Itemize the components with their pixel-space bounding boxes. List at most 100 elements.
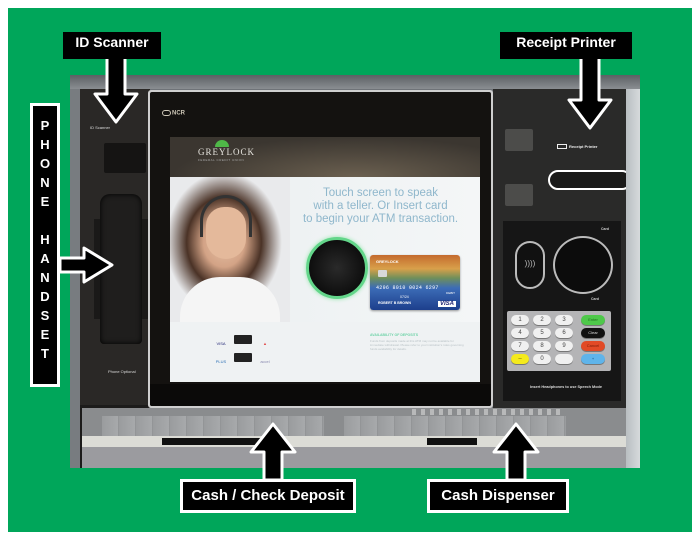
key-1[interactable]: 1 [511, 315, 529, 325]
atm-photo: ID Scanner Phone Optional Coin Dispenser… [70, 75, 640, 468]
pin-pad: 1 2 3 Enter 4 5 6 Clear 7 8 9 Cancel – 0… [507, 311, 611, 371]
receipt-printer-callout: Receipt Printer [500, 32, 632, 59]
card-chip-icon [378, 270, 387, 277]
phone-handset-letter: N [40, 270, 50, 285]
phone-handset-letters: PHONE HANDSET [33, 106, 57, 363]
receipt-icon [557, 144, 567, 150]
phone-handset[interactable] [100, 194, 142, 344]
key-2[interactable]: 2 [533, 315, 551, 325]
visa-network-logo: VISA [216, 341, 226, 346]
card-panel: )))) Card Card 1 2 3 Enter 4 5 6 Clear 7… [503, 221, 621, 401]
key-7[interactable]: 7 [511, 341, 529, 351]
greylock-subtitle: FEDERAL CREDIT UNION [198, 158, 245, 162]
phone-handset-callout: PHONE HANDSET [30, 103, 60, 387]
bezel-bottom-strip [150, 384, 491, 406]
phone-handset-letter: N [40, 175, 50, 190]
card-holder: ROBERT B BROWN [378, 301, 411, 305]
atm-top-trim [70, 75, 640, 89]
message-line: with a teller. Or Insert card [313, 200, 448, 212]
dispenser-label-plate [427, 438, 477, 445]
ncr-logo-icon [162, 110, 171, 116]
card-bank-name: GREYLOCK [376, 259, 399, 264]
card-expiry: 07/24 [400, 295, 409, 299]
phone-handset-letter: T [41, 346, 49, 361]
message-line: to begin your ATM transaction. [302, 213, 459, 225]
accel-logo: accel [260, 359, 270, 364]
phone-handset-letter: P [40, 118, 50, 133]
key-3[interactable]: 3 [555, 315, 573, 325]
phone-handset-letter: D [40, 289, 50, 304]
clear-key[interactable]: Clear [581, 328, 605, 338]
touch-screen[interactable]: GREYLOCK FEDERAL CREDIT UNION Touch scre… [170, 137, 480, 382]
debit-card-image: GREYLOCK 4296 8010 0024 6297 DEBIT 07/24… [370, 255, 460, 310]
screen-bezel-inner: NCR GREYLOCK FEDERAL CREDIT UNION Touch … [150, 92, 491, 406]
receipt-printer-slot[interactable] [548, 170, 632, 190]
card-slot[interactable] [553, 236, 613, 294]
message-line: Touch screen to speak [322, 187, 439, 199]
key-8[interactable]: 8 [533, 341, 551, 351]
phone-handset-letter: O [39, 156, 51, 171]
mastercard-logo [234, 335, 252, 344]
plus-key[interactable]: + [581, 354, 605, 364]
indicator-panel [505, 129, 533, 151]
greylock-mountain-icon [215, 140, 229, 147]
phone-optional-label: Phone Optional [108, 369, 136, 374]
key-0[interactable]: 0 [533, 354, 551, 364]
network-logos: VISA ▲ PLUS accel [210, 332, 280, 368]
atm-left-column: ID Scanner Phone Optional Coin Dispenser [80, 89, 150, 419]
key-4[interactable]: 4 [511, 328, 529, 338]
dispenser-indicator-icons [412, 409, 562, 415]
cash-dispenser-callout: Cash Dispenser [427, 479, 569, 513]
maestro-logo [234, 353, 252, 362]
screen-message: Touch screen to speak with a teller. Or … [288, 187, 473, 226]
bottom-floor [82, 447, 626, 468]
availability-title: AVAILABILITY OF DEPOSITS [370, 333, 419, 337]
key-6[interactable]: 6 [555, 328, 573, 338]
id-scanner-slot[interactable] [104, 143, 146, 173]
teller-photo [170, 177, 290, 322]
card-type: DEBIT [446, 291, 455, 295]
availability-text: Funds from deposits made at this ATM may… [370, 339, 464, 351]
indicator-panel [505, 184, 533, 206]
contactless-reader[interactable]: )))) [515, 241, 545, 289]
phone-handset-letter: E [40, 327, 50, 342]
ncr-logo: NCR [162, 110, 185, 117]
card-reader-reflection [306, 237, 368, 299]
speech-mode-label: Insert Headphones to use Speech Mode [530, 385, 602, 389]
phone-handset-letter: H [40, 137, 50, 152]
id-scanner-callout: ID Scanner [63, 32, 161, 59]
greylock-logo: GREYLOCK [198, 147, 255, 157]
phone-handset-letter: S [40, 308, 50, 323]
cash-dispenser-slot[interactable] [344, 416, 566, 436]
card-label-lower: Card [591, 297, 599, 301]
screen-header: GREYLOCK FEDERAL CREDIT UNION [170, 137, 480, 177]
phone-handset-letter: A [40, 251, 50, 266]
right-panel: Receipt Printer )))) Card Card 1 2 3 Ent… [493, 89, 632, 409]
screen-bezel: NCR GREYLOCK FEDERAL CREDIT UNION Touch … [148, 90, 493, 408]
key-5[interactable]: 5 [533, 328, 551, 338]
yellow-key[interactable]: – [511, 354, 529, 364]
contactless-icon: )))) [524, 259, 536, 268]
visa-logo: VISA [437, 301, 456, 307]
card-number: 4296 8010 0024 6297 [376, 285, 439, 291]
screen-footer: VISA ▲ PLUS accel AVAILABILITY OF DEPOSITS… [170, 322, 480, 382]
card-label: Card [601, 227, 609, 231]
phone-handset-letter: H [40, 232, 50, 247]
phone-handset-letter: E [40, 194, 50, 209]
blank-key[interactable] [555, 354, 573, 364]
ncr-brand-text: NCR [172, 110, 185, 117]
plus-network-logo: PLUS [215, 359, 227, 364]
deposit-label-plate [162, 438, 262, 445]
headset-icon [200, 195, 252, 237]
cash-check-deposit-slot[interactable] [102, 416, 324, 436]
screen-main-banner[interactable]: Touch screen to speak with a teller. Or … [170, 177, 480, 322]
receipt-printer-text: Receipt Printer [569, 144, 598, 149]
enter-key[interactable]: Enter [581, 315, 605, 325]
atm-bottom-section [82, 408, 626, 468]
cancel-key[interactable]: Cancel [581, 341, 605, 351]
receipt-printer-engraved-label: Receipt Printer [557, 144, 598, 150]
key-9[interactable]: 9 [555, 341, 573, 351]
atm-right-edge [626, 89, 640, 468]
cash-check-deposit-callout: Cash / Check Deposit [180, 479, 356, 513]
allpoint-logo: ▲ [263, 341, 267, 346]
